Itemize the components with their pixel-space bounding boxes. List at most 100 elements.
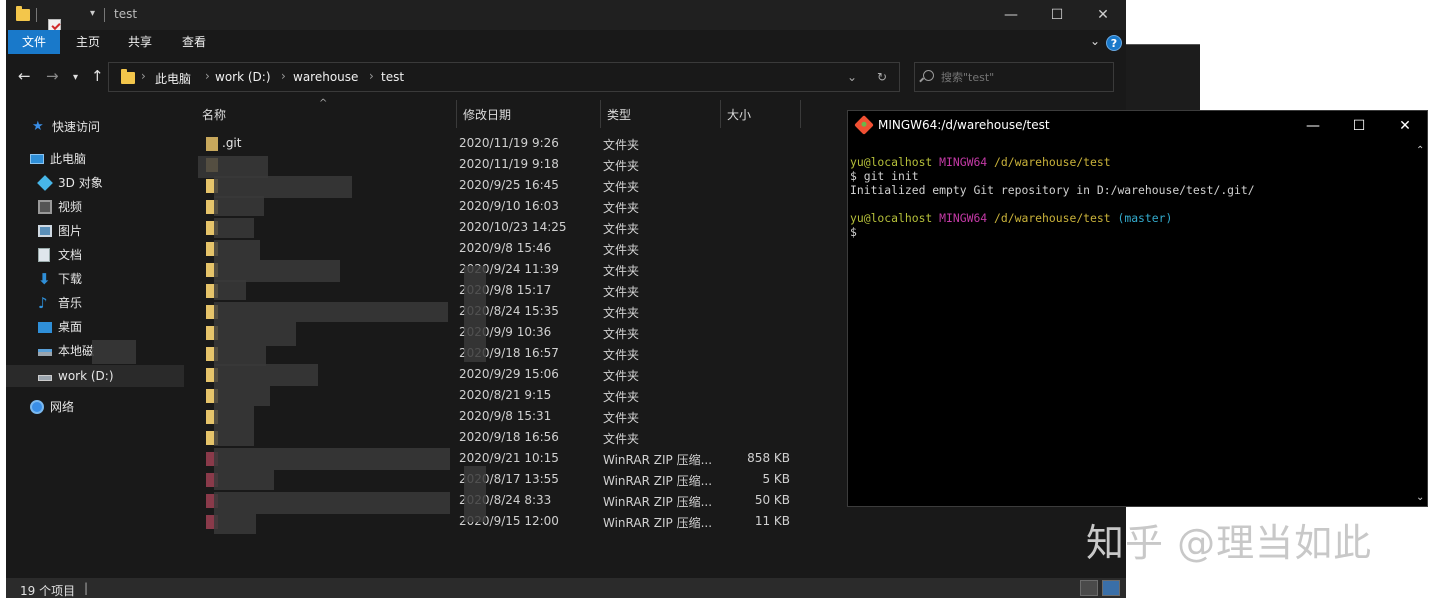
redacted-blur (214, 514, 256, 534)
details-view-icon[interactable] (1080, 580, 1098, 596)
redacted-blur (214, 492, 450, 514)
redacted-blur (214, 280, 246, 300)
address-dropdown-chevron-icon[interactable]: ⌄ (847, 70, 857, 84)
document-icon (38, 248, 50, 262)
search-icon (923, 70, 934, 81)
breadcrumb-warehouse[interactable]: warehouse (293, 70, 358, 84)
terminal-minimize-button[interactable]: — (1290, 111, 1336, 141)
file-type: 文件夹 (603, 243, 640, 257)
redacted-blur (464, 266, 486, 362)
redacted-blur (214, 448, 450, 470)
terminal-title: MINGW64:/d/warehouse/test (878, 118, 1050, 132)
address-bar[interactable]: › 此电脑 › work (D:) › warehouse › test ⌄ ↻ (108, 62, 900, 92)
redacted-blur (214, 386, 270, 406)
file-date: 2020/9/29 15:06 (459, 367, 559, 381)
terminal-output[interactable]: yu@localhost MINGW64 /d/warehouse/test $… (850, 155, 1410, 239)
column-divider[interactable] (600, 100, 601, 128)
expand-ribbon-chevron-icon[interactable]: ⌄ (1090, 34, 1100, 48)
column-header-date[interactable]: 修改日期 (463, 106, 511, 126)
redacted-blur (214, 196, 264, 216)
minimize-button[interactable]: — (988, 0, 1034, 30)
file-row[interactable]: 2020/9/8 15:17 文件夹 (194, 280, 794, 301)
breadcrumb-separator-icon[interactable]: › (281, 69, 286, 83)
back-arrow-icon[interactable]: ← (18, 67, 31, 85)
drive-icon (38, 349, 52, 356)
qat-dropdown-icon[interactable]: ▾ (90, 8, 95, 19)
terminal-titlebar[interactable]: MINGW64:/d/warehouse/test — ☐ ✕ (848, 111, 1427, 141)
terminal-close-button[interactable]: ✕ (1382, 111, 1428, 141)
breadcrumb-work-drive[interactable]: work (D:) (215, 70, 271, 84)
explorer-titlebar[interactable]: ▾ test — ☐ ✕ (6, 0, 1126, 48)
file-type: 文件夹 (603, 348, 640, 362)
tab-home[interactable]: 主页 (62, 30, 114, 54)
breadcrumb-this-pc[interactable]: 此电脑 (155, 70, 191, 87)
music-note-icon: ♪ (38, 294, 48, 312)
file-type: WinRAR ZIP 压缩... (603, 453, 713, 467)
terminal-scrollbar[interactable]: ⌃ ⌄ (1413, 141, 1427, 507)
column-divider[interactable] (800, 100, 801, 128)
image-icon (38, 225, 52, 237)
terminal-maximize-button[interactable]: ☐ (1336, 111, 1382, 141)
file-row[interactable]: 2020/9/10 16:03 文件夹 (194, 196, 794, 217)
scroll-down-icon[interactable]: ⌄ (1416, 492, 1424, 503)
file-row[interactable]: 2020/10/23 14:25 文件夹 (194, 217, 794, 238)
refresh-icon[interactable]: ↻ (877, 70, 887, 84)
folder-icon (16, 6, 30, 21)
close-button[interactable]: ✕ (1080, 0, 1126, 30)
large-icons-view-icon[interactable] (1102, 580, 1120, 596)
up-arrow-icon[interactable]: ↑ (91, 67, 104, 85)
file-date: 2020/8/21 9:15 (459, 388, 552, 402)
redacted-blur (214, 240, 260, 260)
redacted-blur (214, 176, 352, 198)
file-row[interactable]: 2020/9/8 15:46 文件夹 (194, 238, 794, 259)
file-type: WinRAR ZIP 压缩... (603, 474, 713, 488)
recent-locations-chevron-icon[interactable]: ▾ (73, 69, 78, 87)
file-type: 文件夹 (603, 180, 640, 194)
folder-icon (121, 69, 135, 84)
file-row[interactable]: 2020/9/8 15:31 文件夹 (194, 406, 794, 427)
file-name: .git (222, 136, 242, 150)
tab-view[interactable]: 查看 (168, 30, 220, 54)
column-header-name[interactable]: 名称 (202, 106, 226, 126)
file-size: 858 KB (747, 451, 790, 465)
file-date: 2020/11/19 9:18 (459, 157, 559, 171)
file-date: 2020/11/19 9:26 (459, 136, 559, 150)
sort-ascending-icon: ^ (319, 98, 328, 109)
file-row[interactable]: 2020/9/18 16:57 文件夹 (194, 343, 794, 364)
prompt-host: MINGW64 (939, 155, 988, 169)
file-row[interactable]: 2020/8/21 9:15 文件夹 (194, 385, 794, 406)
column-header-size[interactable]: 大小 (727, 106, 751, 126)
search-box[interactable] (914, 62, 1114, 92)
file-date: 2020/9/10 16:03 (459, 199, 559, 213)
file-row[interactable]: 2020/8/17 13:55 WinRAR ZIP 压缩... 5 KB (194, 469, 794, 490)
computer-icon (30, 154, 44, 164)
breadcrumb-separator-icon: › (141, 69, 146, 83)
command-line: $ git init (850, 169, 919, 183)
file-type: 文件夹 (603, 327, 640, 341)
file-row[interactable]: .git 2020/11/19 9:26 文件夹 (194, 133, 794, 154)
column-header-type[interactable]: 类型 (607, 106, 631, 126)
file-row[interactable]: 2020/9/18 16:56 文件夹 (194, 427, 794, 448)
scroll-up-icon[interactable]: ⌃ (1416, 145, 1424, 156)
file-type: 文件夹 (603, 159, 640, 173)
file-date: 2020/9/18 16:56 (459, 430, 559, 444)
file-type: 文件夹 (603, 138, 640, 152)
tab-file[interactable]: 文件 (8, 30, 61, 54)
tab-share[interactable]: 共享 (114, 30, 166, 54)
file-type: 文件夹 (603, 390, 640, 404)
maximize-button[interactable]: ☐ (1034, 0, 1080, 30)
file-row[interactable]: 2020/9/15 12:00 WinRAR ZIP 压缩... 11 KB (194, 511, 794, 532)
forward-arrow-icon[interactable]: → (46, 67, 59, 85)
column-divider[interactable] (720, 100, 721, 128)
file-type: WinRAR ZIP 压缩... (603, 495, 713, 509)
redacted-blur (214, 322, 296, 346)
file-row[interactable]: 2020/11/19 9:18 文件夹 (194, 154, 794, 175)
breadcrumb-separator-icon[interactable]: › (369, 69, 374, 83)
column-divider[interactable] (456, 100, 457, 128)
help-icon[interactable]: ? (1106, 35, 1122, 51)
file-type: 文件夹 (603, 285, 640, 299)
breadcrumb-test[interactable]: test (381, 70, 404, 84)
breadcrumb-separator-icon[interactable]: › (205, 69, 210, 83)
redacted-blur (214, 364, 318, 386)
search-input[interactable] (941, 69, 1101, 85)
